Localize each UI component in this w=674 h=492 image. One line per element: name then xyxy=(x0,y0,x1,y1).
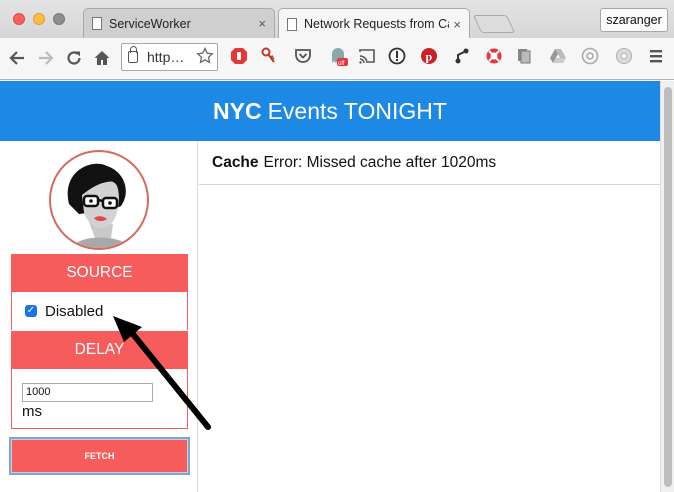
log-source: Cache xyxy=(212,153,259,171)
window-minimize-button[interactable] xyxy=(33,13,45,25)
delay-input[interactable] xyxy=(22,382,153,402)
tab-serviceworker[interactable]: ServiceWorker × xyxy=(83,8,275,38)
pinterest-extension-icon[interactable]: p xyxy=(419,46,439,66)
cast-icon[interactable] xyxy=(357,46,377,66)
delay-section: ms xyxy=(11,369,188,429)
settings-extension-icon[interactable] xyxy=(580,46,600,66)
log-message: Error: Missed cache after 1020ms xyxy=(263,153,497,171)
tab-close-icon[interactable]: × xyxy=(453,17,461,32)
title-rest: Events TONIGHT xyxy=(267,97,447,124)
tab-title: Network Requests from Ca xyxy=(304,17,450,31)
page-scrollbar[interactable] xyxy=(660,81,674,492)
ghost-extension-icon[interactable]: off xyxy=(328,46,348,66)
avatar xyxy=(49,150,149,250)
hamburger-menu-icon[interactable] xyxy=(646,46,666,66)
forward-icon[interactable] xyxy=(34,46,58,70)
new-tab-button[interactable] xyxy=(472,15,516,33)
tab-close-icon[interactable]: × xyxy=(258,16,266,31)
window-maximize-button[interactable] xyxy=(53,13,65,25)
document-extension-icon[interactable] xyxy=(514,46,534,66)
sidebar: SOURCE ✓ Disabled DELAY ms FETCH xyxy=(0,141,198,492)
address-text: http… xyxy=(147,49,185,65)
page-viewport: NYC Events TONIGHT SOURCE ✓ Disabled DEL… xyxy=(0,81,660,492)
scrollbar-thumb[interactable] xyxy=(664,87,672,487)
app-header: NYC Events TONIGHT xyxy=(0,81,660,141)
pocket-extension-icon[interactable] xyxy=(293,46,313,66)
reload-icon[interactable] xyxy=(62,46,86,70)
window-close-button[interactable] xyxy=(13,13,25,25)
log-entry: Cache Error: Missed cache after 1020ms xyxy=(199,141,660,185)
home-icon[interactable] xyxy=(90,46,114,70)
git-extension-icon[interactable] xyxy=(452,46,472,66)
lifebuoy-extension-icon[interactable] xyxy=(484,46,504,66)
info-extension-icon[interactable] xyxy=(387,46,407,66)
browser-titlebar: ServiceWorker × Network Requests from Ca… xyxy=(0,0,674,39)
svg-text:p: p xyxy=(426,50,433,64)
disabled-checkbox[interactable]: ✓ xyxy=(25,305,37,317)
svg-text:off: off xyxy=(338,61,345,66)
delay-unit: ms xyxy=(22,402,42,420)
tab-title: ServiceWorker xyxy=(109,16,191,31)
star-icon[interactable] xyxy=(195,46,215,66)
fetch-button[interactable]: FETCH xyxy=(11,439,188,473)
adblock-extension-icon[interactable] xyxy=(229,46,249,66)
profile-button[interactable]: szaranger xyxy=(600,8,668,32)
back-icon[interactable] xyxy=(5,46,29,70)
source-heading: SOURCE xyxy=(11,254,188,292)
disabled-label: Disabled xyxy=(45,302,104,320)
log-panel: Cache Error: Missed cache after 1020ms xyxy=(199,141,660,492)
drive-extension-icon[interactable] xyxy=(548,46,568,66)
page-icon xyxy=(287,17,297,31)
source-option[interactable]: ✓ Disabled xyxy=(11,292,188,330)
title-bold: NYC xyxy=(213,97,262,124)
key-extension-icon[interactable] xyxy=(259,46,279,66)
page-icon xyxy=(92,17,102,30)
lock-icon xyxy=(128,46,138,63)
delay-heading: DELAY xyxy=(11,331,188,369)
chrome-extension-icon[interactable] xyxy=(614,46,634,66)
tab-network-requests[interactable]: Network Requests from Ca × xyxy=(278,8,470,39)
